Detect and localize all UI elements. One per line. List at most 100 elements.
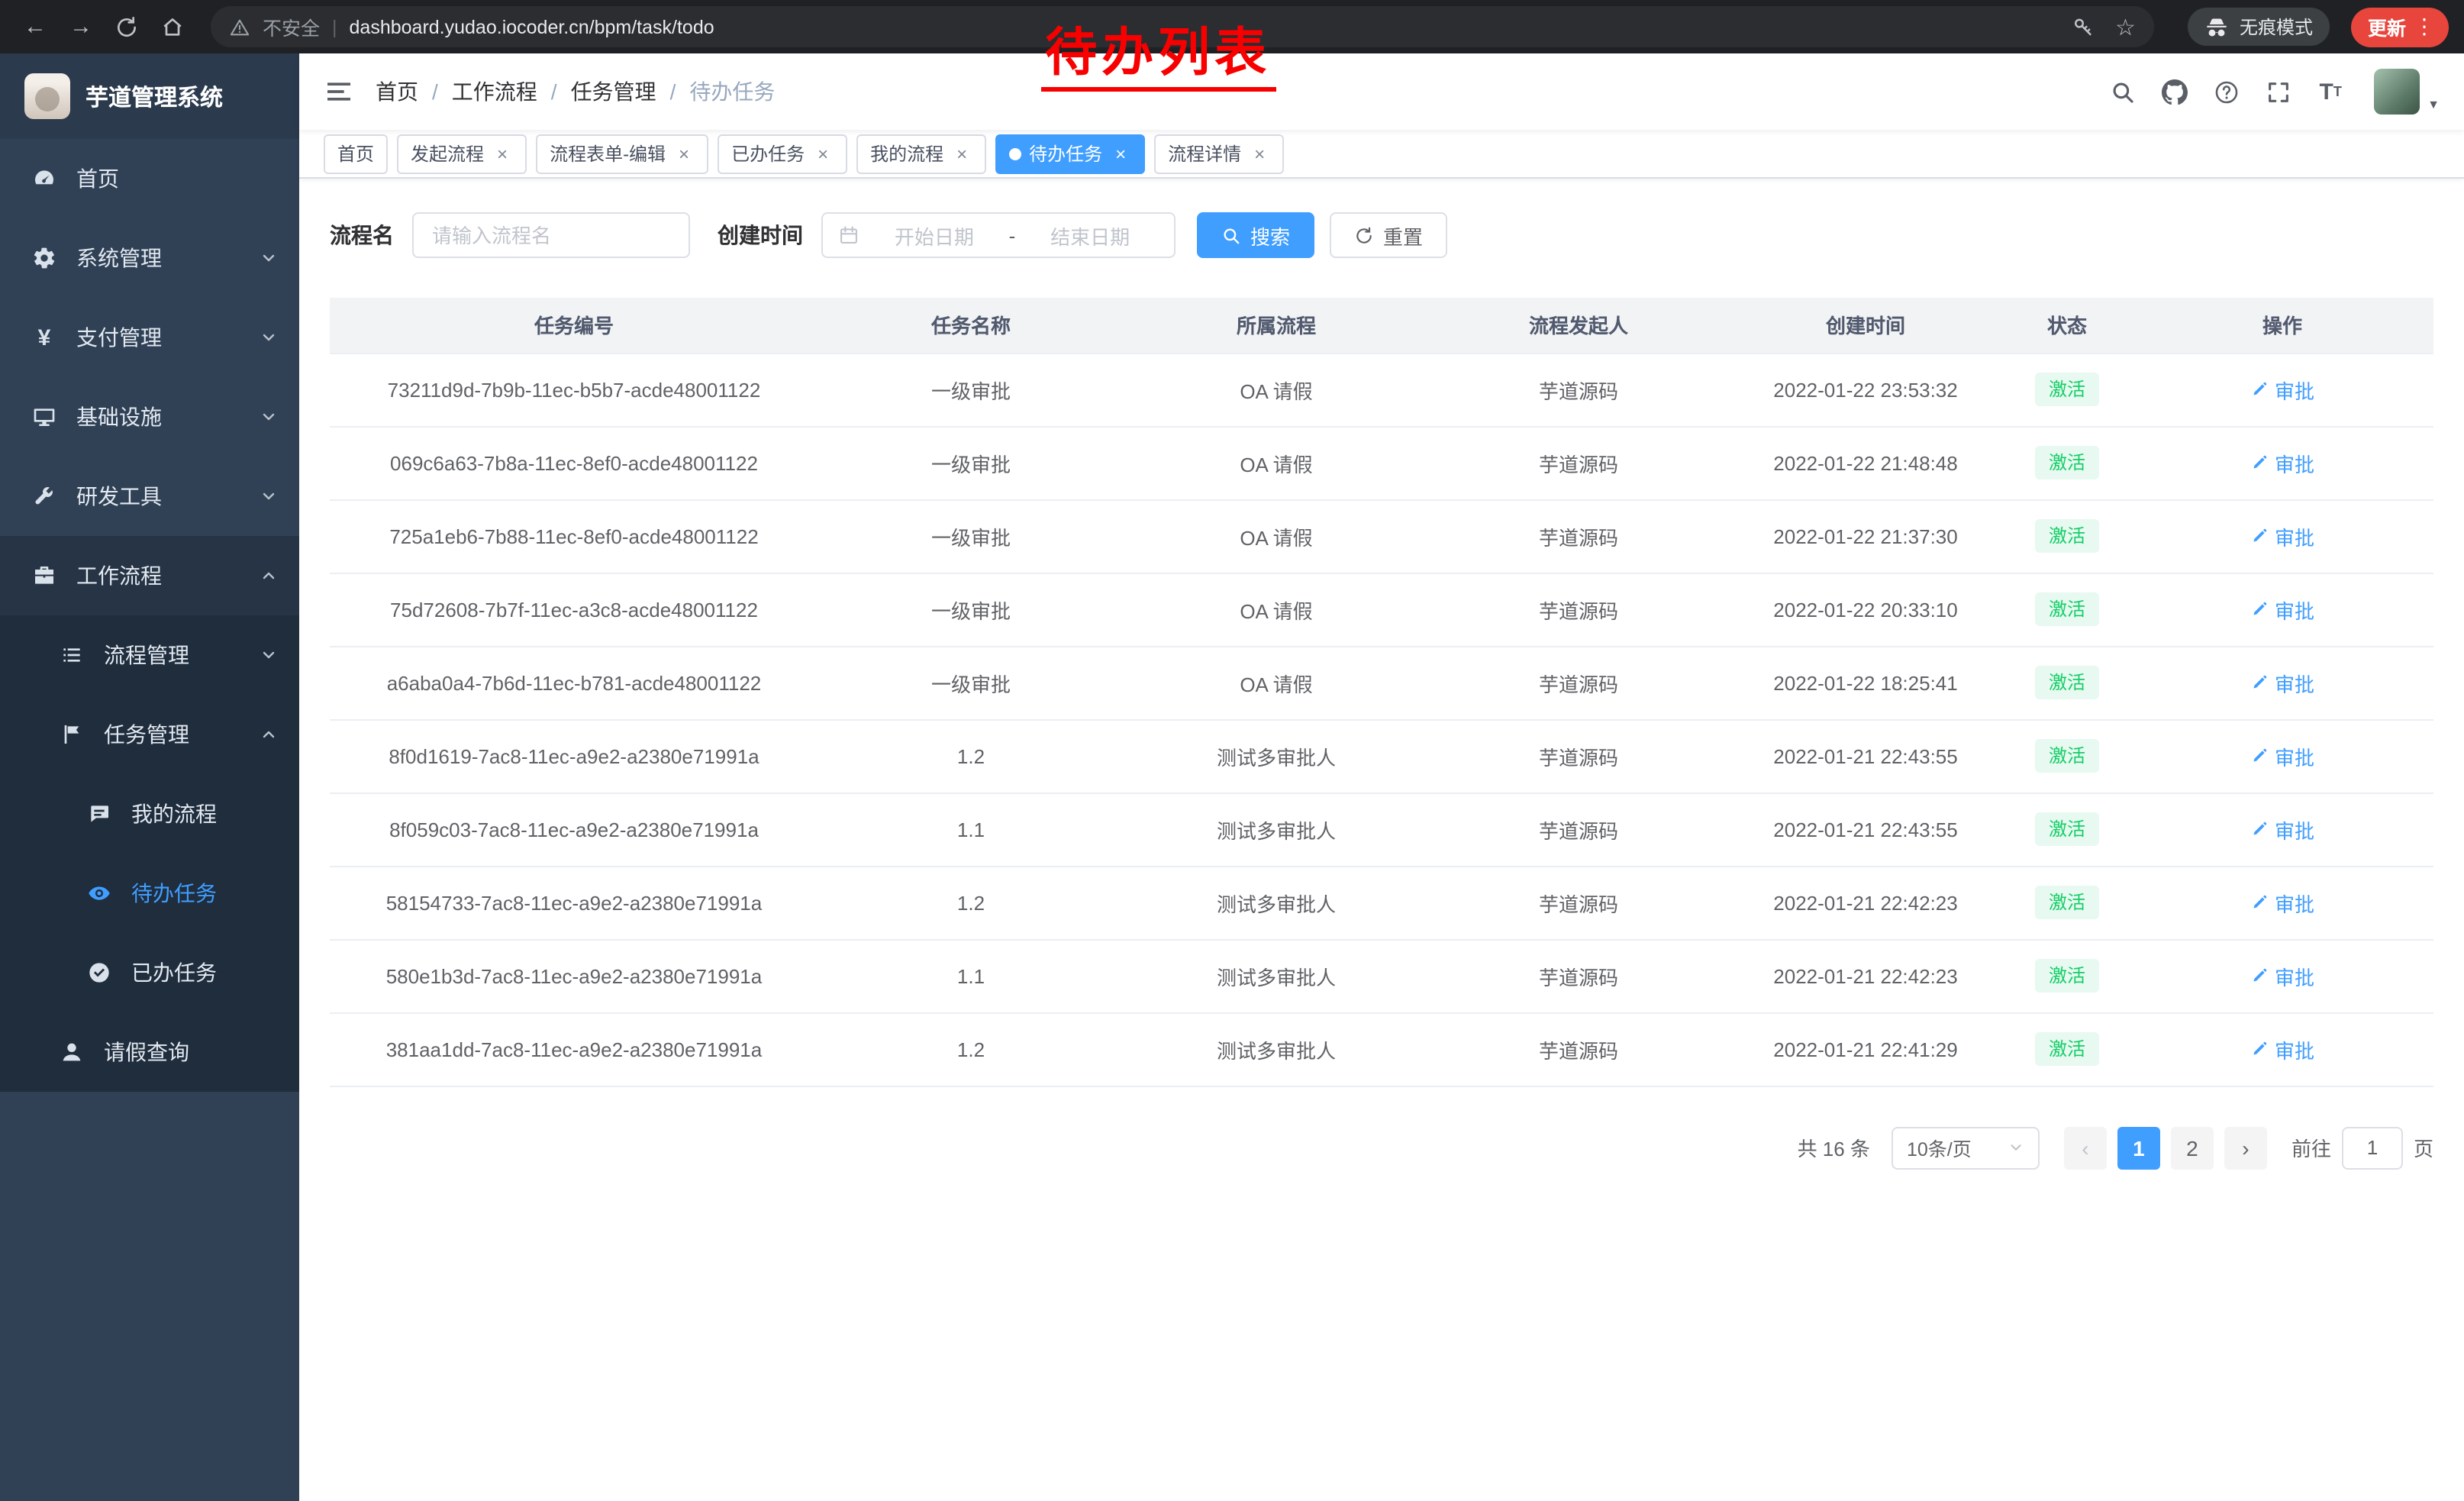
sidebar-item-label: 系统管理 — [76, 243, 162, 273]
task-id-cell: 75d72608-7b7f-11ec-a3c8-acde48001122 — [330, 573, 818, 646]
search-icon[interactable] — [2108, 77, 2137, 106]
status-badge: 激活 — [2035, 739, 2099, 773]
approve-button[interactable]: 审批 — [2250, 521, 2314, 550]
close-icon[interactable]: × — [951, 143, 972, 164]
edit-icon — [2250, 820, 2269, 838]
check-icon — [85, 959, 113, 986]
approve-button[interactable]: 审批 — [2250, 1035, 2314, 1064]
tab-done-task[interactable]: 已办任务× — [718, 134, 847, 173]
column-header: 流程发起人 — [1429, 298, 1728, 353]
approve-label: 审批 — [2275, 668, 2314, 697]
action-cell: 审批 — [2131, 866, 2433, 939]
tab-todo-task[interactable]: 待办任务× — [995, 134, 1145, 173]
approve-button[interactable]: 审批 — [2250, 961, 2314, 990]
goto-page-input[interactable] — [2342, 1126, 2403, 1169]
dashboard-icon — [31, 165, 58, 192]
star-icon[interactable]: ☆ — [2115, 13, 2136, 40]
initiator-cell: 芋道源码 — [1429, 866, 1728, 939]
close-icon[interactable]: × — [1110, 143, 1131, 164]
chevron-up-icon — [260, 567, 278, 585]
approve-button[interactable]: 审批 — [2250, 815, 2314, 844]
sidebar-item-task-management[interactable]: 任务管理 — [0, 695, 299, 774]
initiator-cell: 芋道源码 — [1429, 1012, 1728, 1086]
close-icon[interactable]: × — [673, 143, 695, 164]
user-menu[interactable]: ▼ — [2374, 69, 2440, 115]
approve-label: 审批 — [2275, 448, 2314, 477]
kebab-menu-icon[interactable]: ⋮ — [2414, 14, 2435, 40]
date-separator: - — [1009, 224, 1016, 247]
process-cell: OA 请假 — [1124, 499, 1429, 573]
search-button[interactable]: 搜索 — [1197, 212, 1314, 258]
close-icon[interactable]: × — [812, 143, 834, 164]
sidebar-item-infrastructure[interactable]: 基础设施 — [0, 377, 299, 457]
approve-button[interactable]: 审批 — [2250, 741, 2314, 770]
process-name-input[interactable] — [412, 212, 690, 258]
sidebar-item-process-management[interactable]: 流程管理 — [0, 615, 299, 695]
reset-button[interactable]: 重置 — [1330, 212, 1447, 258]
browser-home-icon[interactable] — [153, 7, 192, 47]
github-icon[interactable] — [2160, 77, 2189, 106]
approve-button[interactable]: 审批 — [2250, 595, 2314, 624]
approve-button[interactable]: 审批 — [2250, 375, 2314, 404]
page-button-1[interactable]: 1 — [2117, 1126, 2160, 1169]
security-label[interactable]: 不安全 — [263, 12, 320, 41]
page-button-2[interactable]: 2 — [2171, 1126, 2214, 1169]
forward-icon[interactable]: → — [61, 7, 101, 47]
sidebar-item-leave-query[interactable]: 请假查询 — [0, 1012, 299, 1092]
table-row: 8f059c03-7ac8-11ec-a9e2-a2380e71991a1.1测… — [330, 792, 2433, 866]
prev-page-button[interactable]: ‹ — [2064, 1126, 2107, 1169]
status-cell: 激活 — [2003, 499, 2131, 573]
sidebar: 芋道管理系统 首页系统管理 ¥支付管理基础设施研发工具工作流程流程管理任务管理我的… — [0, 53, 299, 1501]
chat-icon — [85, 800, 113, 828]
column-header: 任务名称 — [818, 298, 1124, 353]
next-page-button[interactable]: › — [2224, 1126, 2267, 1169]
back-icon[interactable]: ← — [15, 7, 55, 47]
goto-label: 前往 — [2291, 1133, 2331, 1162]
breadcrumb-item[interactable]: 首页 — [376, 76, 418, 107]
approve-button[interactable]: 审批 — [2250, 888, 2314, 917]
sidebar-item-system-management[interactable]: 系统管理 — [0, 218, 299, 298]
sidebar-item-home[interactable]: 首页 — [0, 139, 299, 218]
tab-create-process[interactable]: 发起流程× — [397, 134, 527, 173]
page-size-select[interactable]: 10条/页 — [1892, 1126, 2040, 1169]
date-range-picker[interactable]: 开始日期 - 结束日期 — [821, 212, 1176, 258]
sidebar-item-payment-management[interactable]: ¥支付管理 — [0, 298, 299, 377]
help-icon[interactable] — [2212, 77, 2241, 106]
update-label: 更新 — [2368, 12, 2406, 41]
flag-icon — [58, 721, 85, 748]
font-size-icon[interactable]: TT — [2316, 77, 2345, 106]
breadcrumb-item[interactable]: 任务管理 — [571, 76, 656, 107]
sidebar-item-done-task[interactable]: 已办任务 — [0, 933, 299, 1012]
approve-button[interactable]: 审批 — [2250, 448, 2314, 477]
edit-icon — [2250, 1040, 2269, 1058]
tab-process-form-edit[interactable]: 流程表单-编辑× — [536, 134, 708, 173]
sidebar-item-todo-task[interactable]: 待办任务 — [0, 854, 299, 933]
edit-icon — [2250, 527, 2269, 545]
sidebar-item-workflow[interactable]: 工作流程 — [0, 536, 299, 615]
close-icon[interactable]: × — [1249, 143, 1270, 164]
fullscreen-icon[interactable] — [2264, 77, 2293, 106]
url-text: dashboard.yudao.iocoder.cn/bpm/task/todo — [350, 16, 714, 37]
approve-button[interactable]: 审批 — [2250, 668, 2314, 697]
tab-process-detail[interactable]: 流程详情× — [1154, 134, 1284, 173]
task-name-cell: 一级审批 — [818, 499, 1124, 573]
breadcrumb-item[interactable]: 工作流程 — [452, 76, 537, 107]
tab-my-process[interactable]: 我的流程× — [856, 134, 986, 173]
avatar[interactable] — [2374, 69, 2420, 115]
sidebar-item-dev-tools[interactable]: 研发工具 — [0, 457, 299, 536]
hamburger-icon[interactable] — [324, 76, 354, 107]
app-logo[interactable]: 芋道管理系统 — [0, 53, 299, 139]
close-icon[interactable]: × — [492, 143, 513, 164]
approve-label: 审批 — [2275, 595, 2314, 624]
tab-home[interactable]: 首页 — [324, 134, 388, 173]
sidebar-item-my-process[interactable]: 我的流程 — [0, 774, 299, 854]
search-icon — [1221, 225, 1241, 245]
update-button[interactable]: 更新 ⋮ — [2351, 7, 2449, 47]
status-badge: 激活 — [2035, 373, 2099, 406]
key-icon[interactable] — [2071, 15, 2094, 38]
reload-icon[interactable] — [107, 7, 147, 47]
chevron-up-icon — [260, 725, 278, 744]
breadcrumb-separator: / — [670, 79, 676, 104]
process-cell: OA 请假 — [1124, 573, 1429, 646]
task-id-cell: 381aa1dd-7ac8-11ec-a9e2-a2380e71991a — [330, 1012, 818, 1086]
